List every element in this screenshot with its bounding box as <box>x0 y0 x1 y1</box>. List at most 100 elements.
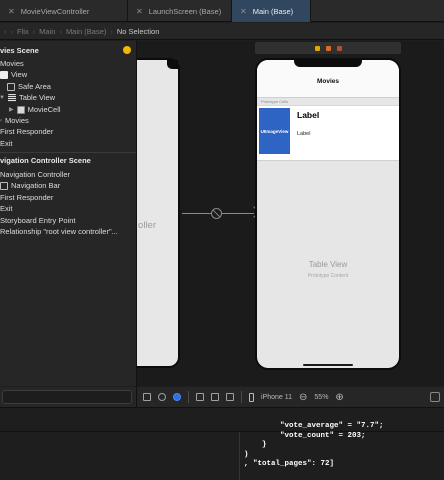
chevron-right-icon[interactable]: › <box>11 27 14 36</box>
toggle-outline-icon[interactable] <box>143 393 151 401</box>
tab-launchscreen[interactable]: ✕ LaunchScreen (Base) <box>128 0 232 22</box>
device-icon[interactable] <box>249 392 254 402</box>
view-icon <box>0 70 8 79</box>
table-view-icon <box>7 93 16 102</box>
breadcrumb-project[interactable]: Flix <box>17 27 29 36</box>
segue-relationship-icon[interactable] <box>211 208 222 219</box>
view-controller-icon[interactable] <box>314 45 320 51</box>
prototype-cells-header: Prototype Cells <box>261 99 289 104</box>
scene-header-movies[interactable]: vies Scene <box>0 45 39 56</box>
close-icon[interactable]: ✕ <box>8 7 15 16</box>
navigation-controller-scene[interactable]: oller <box>137 58 180 368</box>
table-view-placeholder-subtitle: Prototype Content <box>307 273 349 279</box>
zoom-in-button[interactable]: ⊕ <box>335 392 343 403</box>
close-icon[interactable]: ✕ <box>240 7 247 16</box>
breadcrumb-separator-icon: › <box>32 26 36 36</box>
console-line: "vote_count" = 203; <box>244 431 366 440</box>
jump-bar: ‹ › Flix › Main › Main (Base) › No Selec… <box>0 23 444 40</box>
synopsis-label[interactable]: Label <box>297 131 310 137</box>
divider <box>241 391 242 403</box>
tab-label: MovieViewController <box>20 6 90 16</box>
breadcrumb-group[interactable]: Main <box>39 27 55 36</box>
outline-item-label: First Responder <box>0 193 54 202</box>
dark-appearance-icon[interactable] <box>173 393 181 401</box>
scene-label: oller <box>138 220 156 231</box>
close-icon[interactable]: ✕ <box>136 7 143 16</box>
title-label[interactable]: Label <box>297 110 319 120</box>
outline-item-label: Relationship "root view controller"... <box>0 227 118 236</box>
zoom-level[interactable]: 55% <box>314 394 328 401</box>
breadcrumb-separator-icon: › <box>110 26 113 36</box>
outline-item-navigation-controller[interactable]: Navigation Controller <box>0 169 70 180</box>
scene-title: vies Scene <box>0 46 39 55</box>
debug-area: "vote_average" = "7.7"; "vote_count" = 2… <box>0 422 444 480</box>
outline-item-first-responder[interactable]: First Responder <box>0 126 53 137</box>
table-cell-icon <box>16 105 25 114</box>
outline-filter-bar <box>0 387 137 407</box>
outline-item-label: Navigation Controller <box>0 170 71 179</box>
disclosure-triangle-icon[interactable]: ▼ <box>0 95 5 101</box>
tab-label: LaunchScreen (Base) <box>148 6 222 16</box>
scene-warning-icon[interactable] <box>123 46 131 54</box>
device-config-bar: iPhone 11 ⊖ 55% ⊕ <box>137 387 444 407</box>
outline-filter-input[interactable] <box>2 390 132 404</box>
device-selector[interactable]: iPhone 11 <box>261 394 292 401</box>
poster-image-view[interactable]: UIImageView <box>259 108 290 154</box>
light-appearance-icon[interactable] <box>158 393 166 401</box>
console-line: "vote_average" = "7.7"; <box>244 422 384 430</box>
zoom-out-button[interactable]: ⊖ <box>299 392 307 403</box>
editor-tab-bar: ✕ MovieViewController ✕ LaunchScreen (Base… <box>0 0 444 22</box>
outline-item-label: Movies <box>0 59 24 68</box>
outline-item-relationship[interactable]: Relationship "root view controller"... <box>0 226 118 237</box>
outline-item-navigation-bar[interactable]: Navigation Bar <box>0 180 60 191</box>
exit-icon[interactable] <box>336 45 342 51</box>
traits-icon[interactable] <box>211 393 219 401</box>
movie-cell-prototype[interactable]: UIImageView Label Label <box>257 105 399 161</box>
outline-item-exit[interactable]: Exit <box>0 138 13 149</box>
back-chevron-icon: ‹ <box>0 117 2 124</box>
tab-bar-empty-space <box>311 0 444 21</box>
outline-item-safe-area[interactable]: Safe Area <box>7 81 51 92</box>
breadcrumb-file[interactable]: Main (Base) <box>66 27 106 36</box>
document-outline: vies Scene Movies View Safe Area ▼ Table … <box>0 41 137 386</box>
outline-item-storyboard-entry-point[interactable]: Storyboard Entry Point <box>0 215 75 226</box>
orientation-icon[interactable] <box>196 393 204 401</box>
movies-scene-device[interactable]: Movies Prototype Cells UIImageView Label… <box>255 58 401 370</box>
outline-item-movie-cell[interactable]: ▶ MovieCell <box>9 104 61 115</box>
outline-item-table-view[interactable]: ▼ Table View <box>0 92 55 103</box>
outline-item-label: Movies <box>5 116 29 125</box>
device-notch <box>167 60 178 69</box>
storyboard-canvas[interactable]: oller Movies Prototype Cells UIImageView… <box>137 41 444 386</box>
outline-item-label: Navigation Bar <box>11 181 61 190</box>
outline-item-nav-first-responder[interactable]: First Responder <box>0 192 53 203</box>
outline-divider <box>0 152 136 153</box>
accessibility-icon[interactable] <box>226 393 234 401</box>
outline-item-movies-nav-item[interactable]: ‹ Movies <box>0 115 29 126</box>
table-view-placeholder-title: Table View <box>308 260 348 269</box>
outline-item-movies-controller[interactable]: Movies <box>0 58 24 69</box>
scene-header-navigation[interactable]: vigation Controller Scene <box>0 155 91 166</box>
outline-item-view[interactable]: View <box>0 69 27 80</box>
variables-view[interactable] <box>0 432 240 480</box>
first-responder-icon[interactable] <box>325 45 331 51</box>
outline-item-label: Exit <box>0 204 13 213</box>
outline-item-nav-exit[interactable]: Exit <box>0 203 13 214</box>
console-output[interactable]: "vote_average" = "7.7"; "vote_count" = 2… <box>244 422 384 470</box>
device-screen: Movies Prototype Cells UIImageView Label… <box>257 60 399 368</box>
breadcrumb-selection[interactable]: No Selection <box>117 27 160 36</box>
outline-item-label: First Responder <box>0 127 54 136</box>
console-line: , "total_pages": 72] <box>244 460 335 468</box>
tab-movieviewcontroller[interactable]: ✕ MovieViewController <box>0 0 128 22</box>
update-frames-icon[interactable] <box>430 392 440 402</box>
chevron-left-icon[interactable]: ‹ <box>4 27 7 36</box>
outline-item-label: Storyboard Entry Point <box>0 216 76 225</box>
outline-item-label: View <box>11 70 28 79</box>
disclosure-triangle-icon[interactable]: ▶ <box>9 106 14 113</box>
scene-title: vigation Controller Scene <box>0 156 91 165</box>
tab-main[interactable]: ✕ Main (Base) <box>232 0 311 22</box>
navigation-title[interactable]: Movies <box>257 78 399 85</box>
breadcrumb-separator-icon: › <box>59 26 62 36</box>
scene-dock[interactable] <box>255 42 401 54</box>
navigation-bar-icon <box>0 181 8 190</box>
tab-label: Main (Base) <box>252 6 294 16</box>
